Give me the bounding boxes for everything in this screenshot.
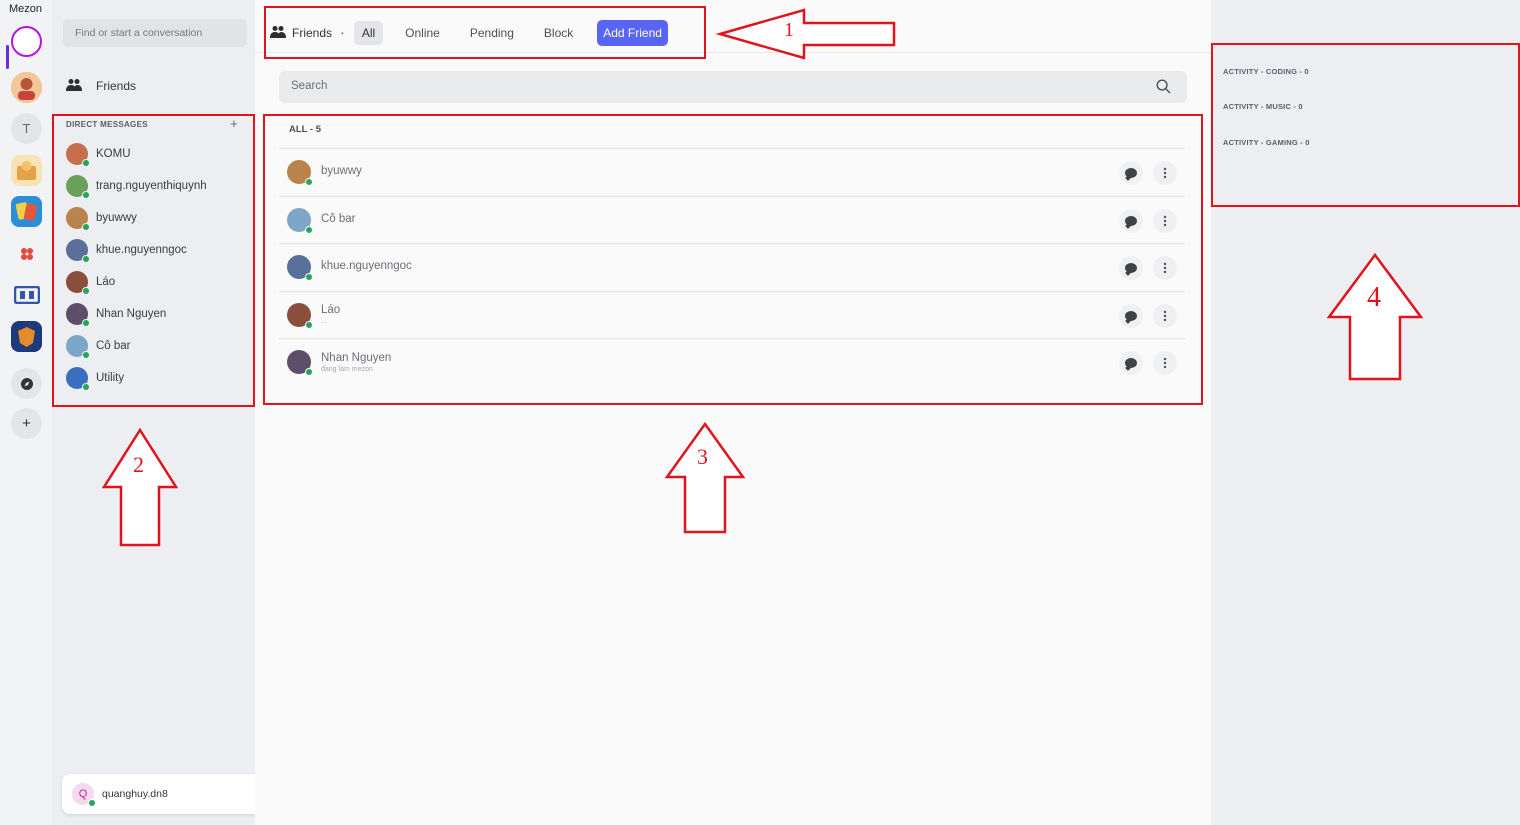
annotation-arrow-4 bbox=[1326, 252, 1424, 381]
friends-icon bbox=[66, 78, 84, 95]
user-avatar[interactable]: Q bbox=[72, 783, 96, 807]
annotation-arrow-1 bbox=[715, 8, 896, 60]
user-name: quanghuy.dn8 bbox=[102, 788, 168, 800]
server-brand-icon[interactable] bbox=[11, 279, 42, 310]
annotation-arrow-2 bbox=[101, 427, 179, 547]
annotation-box-4 bbox=[1211, 43, 1520, 207]
explore-icon[interactable] bbox=[11, 368, 42, 399]
annotation-number-2: 2 bbox=[133, 452, 144, 477]
server-shield-icon[interactable] bbox=[11, 321, 42, 352]
server-t-icon[interactable]: T bbox=[11, 113, 42, 144]
active-indicator bbox=[6, 45, 9, 69]
search-placeholder: Search bbox=[291, 80, 328, 92]
server-food-icon[interactable] bbox=[11, 155, 42, 186]
conversation-search-input[interactable]: Find or start a conversation bbox=[63, 19, 247, 47]
server-avatar-icon[interactable] bbox=[11, 72, 42, 103]
online-status-dot bbox=[88, 799, 96, 807]
annotation-number-3: 3 bbox=[697, 444, 708, 469]
mezon-home-icon[interactable] bbox=[11, 26, 42, 57]
annotation-number-1: 1 bbox=[784, 19, 794, 41]
add-server-button[interactable]: + bbox=[11, 408, 42, 439]
user-initial: Q bbox=[78, 788, 88, 800]
annotation-box-2 bbox=[52, 114, 255, 407]
app-title: Mezon bbox=[9, 3, 43, 15]
server-cards-icon[interactable] bbox=[11, 196, 42, 227]
annotation-box-1 bbox=[264, 6, 706, 59]
friends-label: Friends bbox=[96, 79, 137, 93]
annotation-arrow-3 bbox=[664, 421, 746, 534]
annotation-box-3 bbox=[263, 114, 1203, 405]
annotation-number-4: 4 bbox=[1367, 282, 1381, 313]
search-icon[interactable] bbox=[1156, 79, 1171, 94]
server-rail: T + bbox=[0, 18, 52, 825]
server-flower-icon[interactable] bbox=[11, 238, 42, 269]
sidebar-item-friends[interactable]: Friends bbox=[66, 76, 246, 96]
friends-search-input[interactable]: Search bbox=[279, 71, 1187, 103]
